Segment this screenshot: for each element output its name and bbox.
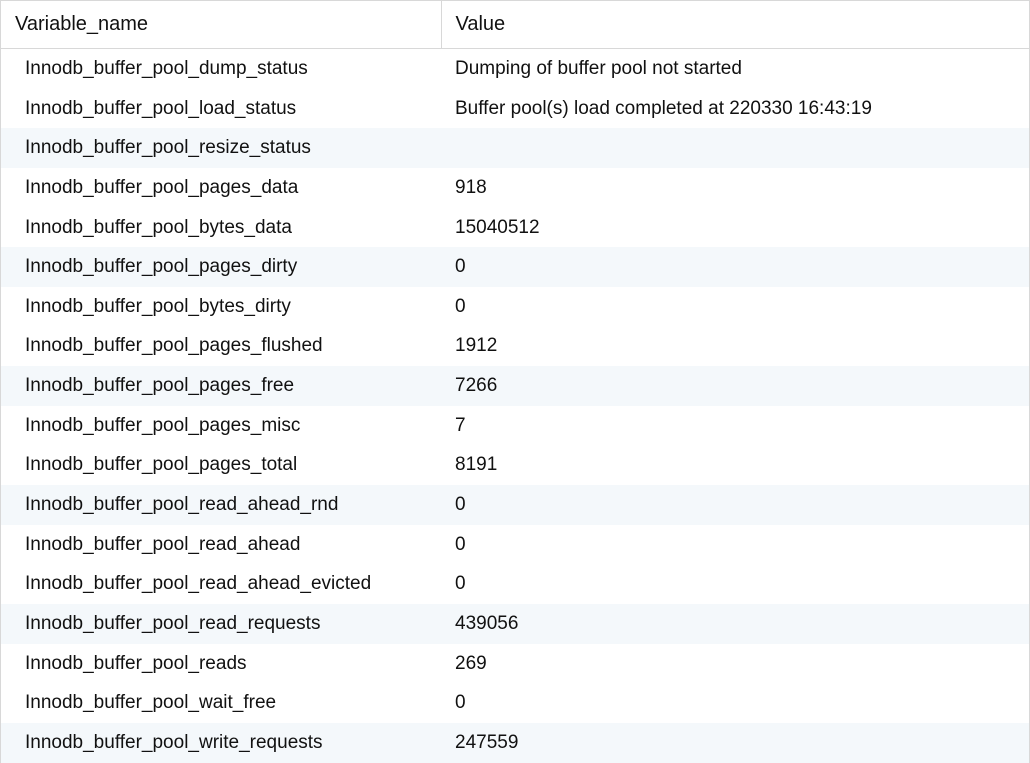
status-table: Variable_name Value Innodb_buffer_pool_d… bbox=[1, 1, 1029, 763]
cell-variable-name: Innodb_buffer_pool_read_ahead_rnd bbox=[1, 485, 441, 525]
table-body: Innodb_buffer_pool_dump_statusDumping of… bbox=[1, 49, 1029, 763]
cell-value: 0 bbox=[441, 485, 1029, 525]
cell-value: Dumping of buffer pool not started bbox=[441, 49, 1029, 89]
table-row[interactable]: Innodb_buffer_pool_read_ahead0 bbox=[1, 525, 1029, 565]
table-row[interactable]: Innodb_buffer_pool_read_ahead_evicted0 bbox=[1, 564, 1029, 604]
cell-variable-name: Innodb_buffer_pool_reads bbox=[1, 644, 441, 684]
cell-variable-name: Innodb_buffer_pool_read_ahead_evicted bbox=[1, 564, 441, 604]
cell-value bbox=[441, 128, 1029, 168]
cell-variable-name: Innodb_buffer_pool_pages_misc bbox=[1, 406, 441, 446]
cell-value: 8191 bbox=[441, 445, 1029, 485]
cell-variable-name: Innodb_buffer_pool_pages_data bbox=[1, 168, 441, 208]
table-row[interactable]: Innodb_buffer_pool_pages_free7266 bbox=[1, 366, 1029, 406]
cell-value: 918 bbox=[441, 168, 1029, 208]
cell-value: 0 bbox=[441, 683, 1029, 723]
cell-variable-name: Innodb_buffer_pool_wait_free bbox=[1, 683, 441, 723]
table-row[interactable]: Innodb_buffer_pool_write_requests247559 bbox=[1, 723, 1029, 763]
table-row[interactable]: Innodb_buffer_pool_reads269 bbox=[1, 644, 1029, 684]
cell-value: Buffer pool(s) load completed at 220330 … bbox=[441, 89, 1029, 129]
table-row[interactable]: Innodb_buffer_pool_pages_flushed1912 bbox=[1, 326, 1029, 366]
table-row[interactable]: Innodb_buffer_pool_pages_dirty0 bbox=[1, 247, 1029, 287]
cell-variable-name: Innodb_buffer_pool_resize_status bbox=[1, 128, 441, 168]
table-row[interactable]: Innodb_buffer_pool_pages_data918 bbox=[1, 168, 1029, 208]
table-row[interactable]: Innodb_buffer_pool_dump_statusDumping of… bbox=[1, 49, 1029, 89]
table-row[interactable]: Innodb_buffer_pool_wait_free0 bbox=[1, 683, 1029, 723]
status-table-container: Variable_name Value Innodb_buffer_pool_d… bbox=[0, 0, 1030, 763]
cell-variable-name: Innodb_buffer_pool_bytes_dirty bbox=[1, 287, 441, 327]
table-row[interactable]: Innodb_buffer_pool_bytes_data15040512 bbox=[1, 208, 1029, 248]
table-row[interactable]: Innodb_buffer_pool_bytes_dirty0 bbox=[1, 287, 1029, 327]
table-row[interactable]: Innodb_buffer_pool_pages_misc7 bbox=[1, 406, 1029, 446]
table-header-row: Variable_name Value bbox=[1, 1, 1029, 49]
cell-value: 7266 bbox=[441, 366, 1029, 406]
table-row[interactable]: Innodb_buffer_pool_load_statusBuffer poo… bbox=[1, 89, 1029, 129]
cell-variable-name: Innodb_buffer_pool_bytes_data bbox=[1, 208, 441, 248]
cell-variable-name: Innodb_buffer_pool_load_status bbox=[1, 89, 441, 129]
cell-variable-name: Innodb_buffer_pool_dump_status bbox=[1, 49, 441, 89]
cell-value: 1912 bbox=[441, 326, 1029, 366]
cell-variable-name: Innodb_buffer_pool_read_ahead bbox=[1, 525, 441, 565]
cell-value: 15040512 bbox=[441, 208, 1029, 248]
cell-value: 0 bbox=[441, 525, 1029, 565]
cell-variable-name: Innodb_buffer_pool_pages_total bbox=[1, 445, 441, 485]
table-row[interactable]: Innodb_buffer_pool_pages_total8191 bbox=[1, 445, 1029, 485]
cell-value: 0 bbox=[441, 564, 1029, 604]
cell-variable-name: Innodb_buffer_pool_pages_free bbox=[1, 366, 441, 406]
cell-value: 0 bbox=[441, 247, 1029, 287]
header-value[interactable]: Value bbox=[441, 1, 1029, 49]
cell-variable-name: Innodb_buffer_pool_pages_dirty bbox=[1, 247, 441, 287]
cell-variable-name: Innodb_buffer_pool_write_requests bbox=[1, 723, 441, 763]
cell-value: 269 bbox=[441, 644, 1029, 684]
table-row[interactable]: Innodb_buffer_pool_read_requests439056 bbox=[1, 604, 1029, 644]
cell-variable-name: Innodb_buffer_pool_read_requests bbox=[1, 604, 441, 644]
cell-value: 439056 bbox=[441, 604, 1029, 644]
header-variable-name[interactable]: Variable_name bbox=[1, 1, 441, 49]
cell-value: 0 bbox=[441, 287, 1029, 327]
table-row[interactable]: Innodb_buffer_pool_resize_status bbox=[1, 128, 1029, 168]
cell-variable-name: Innodb_buffer_pool_pages_flushed bbox=[1, 326, 441, 366]
table-row[interactable]: Innodb_buffer_pool_read_ahead_rnd0 bbox=[1, 485, 1029, 525]
cell-value: 247559 bbox=[441, 723, 1029, 763]
cell-value: 7 bbox=[441, 406, 1029, 446]
